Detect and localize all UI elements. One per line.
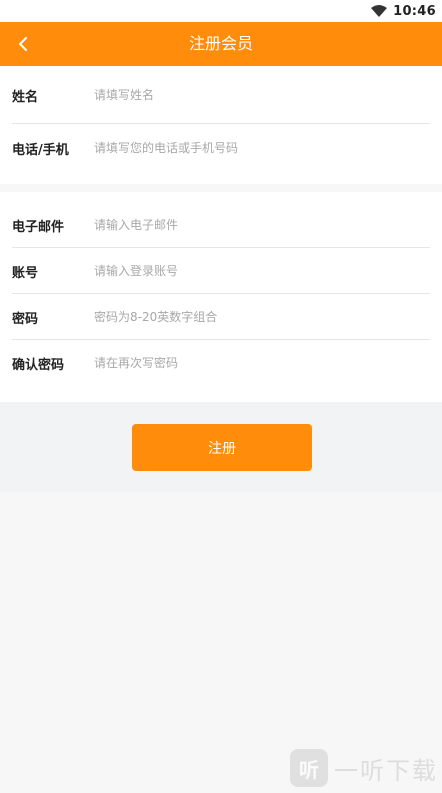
status-bar: 10:46: [0, 0, 442, 22]
watermark-text: 一听下载: [334, 756, 438, 785]
password-label: 密码: [12, 311, 39, 327]
phone-input[interactable]: [94, 133, 430, 163]
form-row-phone: 电话/手机: [12, 124, 430, 172]
email-input[interactable]: [94, 210, 430, 240]
status-indicators: 10:46: [371, 2, 436, 20]
form-row-confirm-password: 确认密码: [12, 340, 430, 386]
form-section-account: 电子邮件 账号 密码 确认密码: [0, 192, 442, 402]
name-input[interactable]: [94, 80, 430, 110]
app-header: 注册会员: [0, 22, 442, 66]
account-label: 账号: [12, 265, 39, 281]
form-section-personal: 姓名 电话/手机: [0, 66, 442, 184]
name-label: 姓名: [12, 89, 39, 105]
phone-label: 电话/手机: [12, 142, 69, 158]
form-row-name: 姓名: [12, 66, 430, 124]
watermark-logo: 听: [290, 749, 328, 787]
form-row-password: 密码: [12, 294, 430, 340]
confirm-password-input[interactable]: [94, 348, 430, 378]
wifi-icon: [371, 5, 388, 17]
form-row-email: 电子邮件: [12, 202, 430, 248]
watermark: 听 一听下载: [290, 749, 438, 787]
form-row-account: 账号: [12, 248, 430, 294]
confirm-password-label: 确认密码: [12, 357, 65, 373]
status-time: 10:46: [393, 3, 436, 19]
password-input[interactable]: [94, 302, 430, 332]
email-label: 电子邮件: [12, 219, 65, 235]
page-title: 注册会员: [188, 34, 253, 53]
account-input[interactable]: [94, 256, 430, 286]
register-button[interactable]: 注册: [132, 424, 312, 471]
